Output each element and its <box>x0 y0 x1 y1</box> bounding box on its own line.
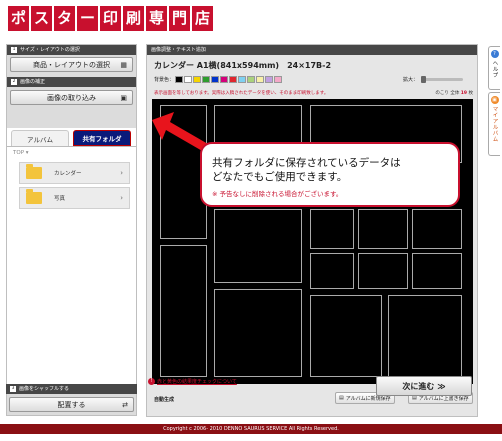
folder-name: 写真 <box>54 196 66 202</box>
select-layout-label: 商品・レイアウトの選択 <box>33 60 110 69</box>
color-swatch[interactable] <box>211 76 220 83</box>
preview-notice: 表示画面を等しております。実際は入稿されたデータを使い、そのまま印刷致します。 <box>154 91 329 96</box>
folder-icon <box>26 189 42 204</box>
section-title: 画像をシャッフルする <box>19 386 70 392</box>
zoom-control: 拡大： <box>403 76 463 83</box>
color-check-link[interactable]: ! 赤と黄色の結果度チェックについて <box>148 378 237 385</box>
step-number: 3 <box>10 386 16 392</box>
tab-album[interactable]: アルバム <box>11 130 69 146</box>
my-album-side-tab[interactable]: ▣ マイアルバム <box>488 92 500 156</box>
photo-slot[interactable] <box>412 253 462 289</box>
remaining-label: のこり 全体 <box>435 91 460 96</box>
tab-shared-folder[interactable]: 共有フォルダ <box>73 130 131 146</box>
folder-name: カレンダー <box>54 171 82 177</box>
photo-slot[interactable] <box>358 253 408 289</box>
logo-char: 店 <box>192 6 213 31</box>
help-icon: ? <box>490 50 499 58</box>
color-swatch[interactable] <box>202 76 211 83</box>
section-header-layout: 1 サイズ・レイアウトの選択 <box>7 45 136 55</box>
photo-slot[interactable] <box>412 209 462 249</box>
color-swatch[interactable] <box>274 76 283 83</box>
editor-panel: 画像調整・テキスト追加 カレンダー A1横(841x594mm) 24×17B-… <box>146 44 478 417</box>
step-number: 1 <box>11 47 17 53</box>
shuffle-icon: ⇄ <box>122 400 128 409</box>
logo-char: 印 <box>100 6 121 31</box>
color-check-text: 赤と黄色の結果度チェックについて <box>157 379 237 385</box>
select-layout-button[interactable]: 商品・レイアウトの選択 ▦ <box>10 57 133 72</box>
image-icon: ▣ <box>120 93 127 102</box>
product-title: カレンダー A1横(841x594mm) 24×17B-2 <box>154 61 332 70</box>
shuffle-section: 3 画像をシャッフルする 配置する ⇄ <box>6 384 137 412</box>
copyright-footer: Copyright c 2006- 2010 DENNO SAURUS SERV… <box>0 424 502 434</box>
callout-line-2: どなたでもご使用できます。 <box>212 171 348 183</box>
color-swatch[interactable] <box>256 76 265 83</box>
album-icon: ▣ <box>490 96 499 104</box>
arrange-button[interactable]: 配置する ⇄ <box>9 397 134 412</box>
image-source-tabs: アルバム 共有フォルダ <box>7 128 136 146</box>
callout-line-1: 共有フォルダに保存されているデータは <box>212 157 401 169</box>
breadcrumb[interactable]: TOP ▾ <box>7 147 136 159</box>
logo-char: ス <box>31 6 52 31</box>
logo-char: タ <box>54 6 75 31</box>
help-label: ヘルプ <box>491 60 498 78</box>
my-album-label: マイアルバム <box>491 106 498 142</box>
background-color-picker: 背景色： <box>154 76 283 83</box>
section-header-image: 2 画像の補正 <box>7 77 136 87</box>
photo-slot[interactable] <box>388 295 462 377</box>
help-side-tab[interactable]: ? ヘルプ <box>488 46 500 90</box>
photo-slot[interactable] <box>358 209 408 249</box>
arrange-label: 配置する <box>57 400 86 409</box>
color-swatch[interactable] <box>220 76 229 83</box>
logo-char: 門 <box>169 6 190 31</box>
photo-slot[interactable] <box>310 295 382 377</box>
photo-slot[interactable] <box>310 253 354 289</box>
import-image-button[interactable]: 画像の取り込み ▣ <box>10 90 133 105</box>
logo-char: ー <box>77 6 98 31</box>
folder-list: TOP ▾ カレンダー › 写真 › <box>7 146 136 384</box>
section-title: サイズ・レイアウトの選択 <box>20 47 80 53</box>
site-logo[interactable]: ポスター印刷専門店 <box>8 6 213 31</box>
grid-icon: ▦ <box>120 60 127 69</box>
remaining-unit: 枚 <box>468 91 474 96</box>
folder-icon <box>26 164 42 179</box>
color-swatch[interactable] <box>247 76 256 83</box>
remaining-number: 19 <box>460 91 468 96</box>
logo-char: ポ <box>8 6 29 31</box>
color-swatch[interactable] <box>184 76 193 83</box>
alert-icon: ! <box>148 378 155 385</box>
zoom-slider[interactable] <box>421 76 463 83</box>
color-swatch[interactable] <box>193 76 202 83</box>
photo-slot[interactable] <box>214 289 302 377</box>
bg-color-label: 背景色： <box>154 77 175 83</box>
color-swatch[interactable] <box>175 76 184 83</box>
chevron-right-icon: › <box>120 194 123 202</box>
folder-item[interactable]: カレンダー › <box>19 162 130 184</box>
zoom-slider-handle[interactable] <box>421 76 426 83</box>
section-title: 画像の補正 <box>20 79 46 85</box>
color-swatch[interactable] <box>229 76 238 83</box>
photo-slot[interactable] <box>214 209 302 283</box>
section-header-shuffle: 3 画像をシャッフルする <box>6 384 137 394</box>
next-step-button[interactable]: 次に進む ≫ <box>376 376 472 396</box>
editor-header: 画像調整・テキスト追加 <box>147 45 477 55</box>
remaining-count: のこり 全体 19 枚 <box>435 90 473 96</box>
color-swatch[interactable] <box>265 76 274 83</box>
chevron-right-icon: › <box>120 169 123 177</box>
logo-char: 刷 <box>123 6 144 31</box>
left-panel: 1 サイズ・レイアウトの選択 商品・レイアウトの選択 ▦ 2 画像の補正 画像の… <box>6 44 137 416</box>
save-icon: ▤ <box>339 395 344 401</box>
folder-item[interactable]: 写真 › <box>19 187 130 209</box>
callout-note: ※ 予告なしに削除される場合がございます。 <box>212 190 343 198</box>
step-number: 2 <box>11 79 17 85</box>
photo-slot[interactable] <box>310 209 354 249</box>
photo-slot[interactable] <box>160 245 207 377</box>
shared-folder-callout: 共有フォルダに保存されているデータは どなたでもご使用できます。 ※ 予告なしに… <box>200 142 460 207</box>
logo-char: 専 <box>146 6 167 31</box>
auto-generate-label: 自動生成 <box>154 397 175 403</box>
import-image-label: 画像の取り込み <box>47 93 96 102</box>
zoom-label: 拡大： <box>402 77 418 83</box>
color-swatch[interactable] <box>238 76 247 83</box>
